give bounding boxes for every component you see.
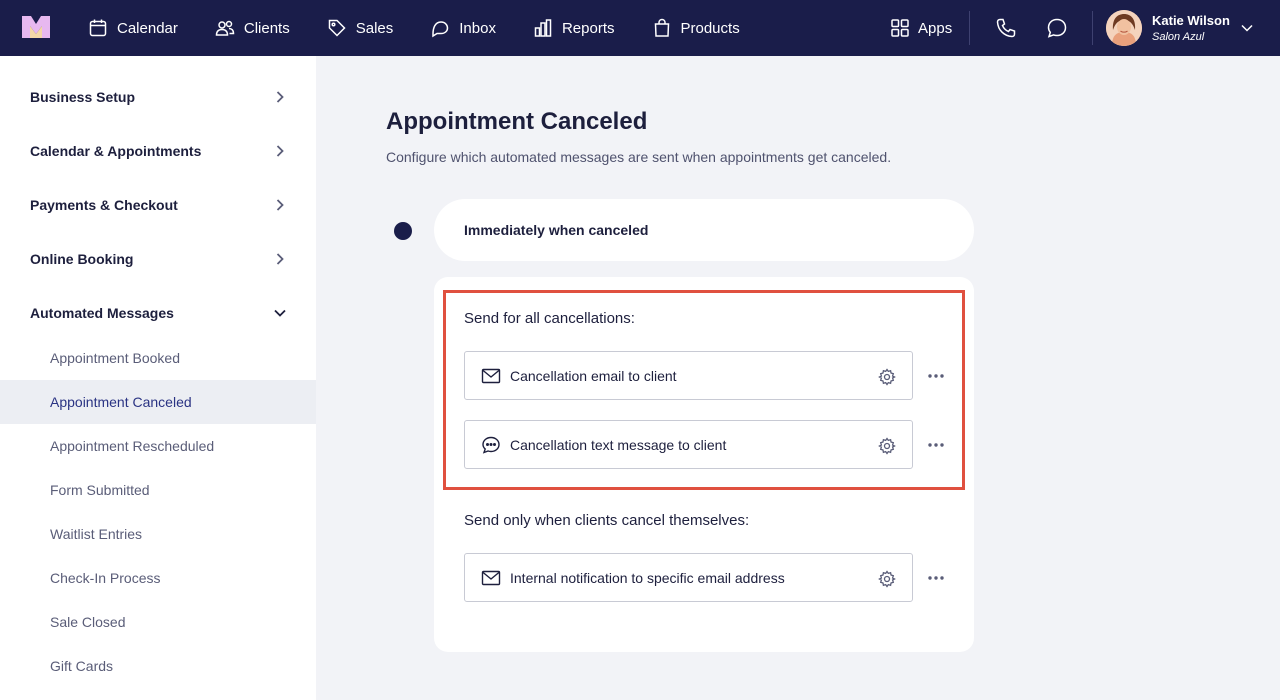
user-photo (1106, 10, 1142, 46)
sidebar-item-appointment-booked[interactable]: Appointment Booked (0, 336, 316, 380)
trigger-label: Immediately when canceled (464, 222, 649, 238)
nav-inbox-label: Inbox (459, 19, 496, 37)
grid-icon (891, 19, 909, 37)
nav-sales[interactable]: Sales (327, 18, 394, 38)
chevron-right-icon (276, 145, 284, 157)
sidebar-section-automated-messages[interactable]: Automated Messages (0, 286, 316, 340)
gear-icon[interactable] (878, 368, 896, 386)
chevron-right-icon (276, 199, 284, 211)
sidebar-section-online-booking[interactable]: Online Booking (0, 232, 316, 286)
tag-icon (328, 19, 346, 37)
sidebar-section-label: Business Setup (30, 89, 136, 105)
nav-calendar[interactable]: Calendar (88, 18, 178, 38)
more-options-icon[interactable] (926, 366, 946, 386)
sidebar-item-appointment-canceled[interactable]: Appointment Canceled (0, 380, 316, 424)
sidebar-section-payments-checkout[interactable]: Payments & Checkout (0, 178, 316, 232)
sidebar-item-sale-closed[interactable]: Sale Closed (0, 600, 316, 644)
nav-sales-label: Sales (355, 19, 394, 37)
nav-calendar-label: Calendar (117, 19, 178, 37)
sidebar-section-label: Automated Messages (30, 305, 174, 321)
nav-inbox[interactable]: Inbox (430, 18, 496, 38)
chevron-right-icon (276, 253, 284, 265)
sidebar-item-waitlist-entries[interactable]: Waitlist Entries (0, 512, 316, 556)
main-nav: Calendar Clients Sales Inbox Reports Pro… (88, 0, 777, 56)
message-row-internal-notification[interactable]: Internal notification to specific email … (464, 553, 913, 602)
avatar[interactable] (1106, 10, 1142, 46)
nav-reports[interactable]: Reports (533, 18, 615, 38)
inbox-icon (432, 21, 449, 38)
gear-icon[interactable] (878, 570, 896, 588)
message-row-cancellation-email[interactable]: Cancellation email to client (464, 351, 913, 400)
message-label: Cancellation text message to client (510, 436, 727, 453)
users-icon (215, 20, 235, 36)
nav-reports-label: Reports (561, 19, 615, 37)
message-row-cancellation-text[interactable]: Cancellation text message to client (464, 420, 913, 469)
trigger-pill: Immediately when canceled (434, 199, 974, 261)
chevron-down-icon[interactable] (1240, 21, 1254, 35)
more-options-icon[interactable] (926, 568, 946, 588)
mail-icon (481, 570, 501, 586)
page-title: Appointment Canceled (386, 108, 648, 135)
sidebar-item-check-in-process[interactable]: Check-In Process (0, 556, 316, 600)
chat-bubble-icon (482, 436, 500, 454)
phone-icon[interactable] (995, 17, 1017, 39)
sidebar-section-label: Calendar & Appointments (30, 143, 202, 159)
chevron-right-icon (276, 91, 284, 103)
chevron-down-icon (274, 309, 286, 317)
nav-divider (1092, 11, 1093, 45)
user-name: Katie Wilson (1152, 13, 1230, 28)
nav-products[interactable]: Products (652, 18, 740, 38)
sidebar-section-label: Payments & Checkout (30, 197, 178, 213)
nav-divider (969, 11, 970, 45)
page-description: Configure which automated messages are s… (386, 149, 892, 165)
message-label: Internal notification to specific email … (510, 569, 785, 586)
sidebar-section-calendar-appointments[interactable]: Calendar & Appointments (0, 124, 316, 178)
bag-icon (654, 18, 669, 37)
sidebar-section-label: Online Booking (30, 251, 134, 267)
chat-icon[interactable] (1046, 17, 1068, 39)
nav-clients[interactable]: Clients (215, 18, 290, 38)
group-label-client-self-cancel: Send only when clients cancel themselves… (464, 512, 750, 529)
top-nav-bar: Calendar Clients Sales Inbox Reports Pro… (0, 0, 1280, 56)
nav-products-label: Products (680, 19, 740, 37)
sidebar-item-gift-cards[interactable]: Gift Cards (0, 644, 316, 688)
nav-clients-label: Clients (243, 19, 290, 37)
bar-chart-icon (534, 19, 552, 37)
app-logo-icon[interactable] (22, 16, 50, 38)
timeline-dot (394, 222, 412, 240)
message-label: Cancellation email to client (510, 367, 677, 384)
sidebar-item-form-submitted[interactable]: Form Submitted (0, 468, 316, 512)
more-options-icon[interactable] (926, 435, 946, 455)
gear-icon[interactable] (878, 437, 896, 455)
mail-icon (481, 368, 501, 384)
sidebar-section-business-setup[interactable]: Business Setup (0, 70, 316, 124)
apps-button[interactable]: Apps (890, 18, 952, 38)
sidebar-item-appointment-rescheduled[interactable]: Appointment Rescheduled (0, 424, 316, 468)
user-business: Salon Azul (1152, 31, 1205, 43)
group-label-all-cancellations: Send for all cancellations: (464, 310, 635, 327)
calendar-icon (89, 19, 107, 37)
apps-label: Apps (918, 19, 953, 37)
settings-sidebar: Business Setup Calendar & Appointments P… (0, 56, 316, 700)
